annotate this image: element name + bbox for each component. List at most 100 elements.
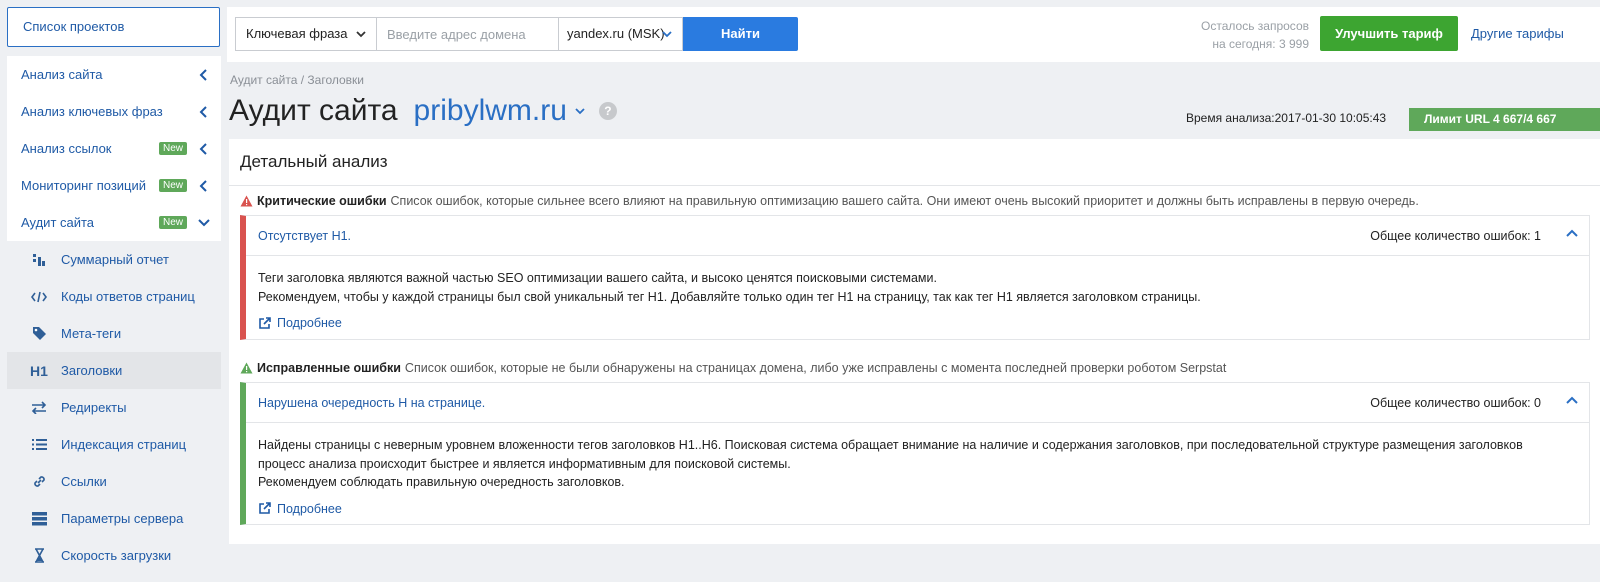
code-icon: [25, 291, 53, 303]
chevron-up-icon[interactable]: [1565, 227, 1579, 244]
chevron-left-icon: [197, 68, 211, 82]
section-title: Критические ошибки: [257, 194, 387, 208]
other-plans-link[interactable]: Другие тарифы: [1471, 26, 1564, 41]
more-link[interactable]: Подробнее: [258, 500, 1577, 519]
more-link-text: Подробнее: [277, 501, 342, 516]
error-title[interactable]: Нарушена очередность H на странице.: [258, 396, 485, 410]
more-link[interactable]: Подробнее: [258, 314, 1577, 333]
error-title[interactable]: Отсутствует H1.: [258, 229, 351, 243]
projects-list-button[interactable]: Список проектов: [7, 7, 220, 47]
sidebar-item-headings[interactable]: H1 Заголовки: [7, 352, 221, 389]
upgrade-plan-button[interactable]: Улучшить тариф: [1320, 16, 1458, 51]
sidebar-item-label: Редиректы: [61, 400, 127, 415]
list-icon: [25, 438, 53, 451]
chevron-up-icon[interactable]: [1565, 394, 1579, 411]
sidebar-item-links-audit[interactable]: Ссылки: [7, 463, 221, 500]
chevron-left-icon: [197, 142, 211, 156]
error-text: Теги заголовка являются важной частью SE…: [258, 271, 937, 285]
new-badge: New: [158, 179, 187, 192]
divider: [229, 185, 1600, 186]
sidebar-item-label: Ссылки: [61, 474, 107, 489]
sidebar-item-server-params[interactable]: Параметры сервера: [7, 500, 221, 537]
sidebar-item-monitoring[interactable]: Мониторинг позиций New: [7, 167, 221, 204]
error-text: Рекомендуем, чтобы у каждой страницы был…: [258, 289, 1201, 304]
error-count: Общее количество ошибок: 0: [1370, 396, 1541, 410]
sidebar: Список проектов Анализ сайта Анализ ключ…: [0, 0, 221, 582]
h1-icon: H1: [30, 362, 48, 379]
new-badge: New: [158, 216, 187, 229]
sidebar-item-label: Мета-теги: [61, 326, 122, 341]
sidebar-item-label: Заголовки: [61, 363, 123, 378]
more-link-text: Подробнее: [277, 316, 342, 330]
top-search-bar: Ключевая фраза yandex.ru (MSK) Найти Ост…: [227, 7, 1600, 62]
help-icon[interactable]: ?: [598, 102, 617, 120]
sidebar-item-label: Анализ сайта: [21, 67, 103, 82]
sidebar-item-redirects[interactable]: Редиректы: [7, 389, 221, 426]
sidebar-item-response-codes[interactable]: Коды ответов страниц: [7, 278, 221, 315]
chevron-down-icon[interactable]: [573, 104, 587, 118]
error-card-heading-order: Нарушена очередность H на странице. Обще…: [240, 382, 1590, 525]
domain-selector[interactable]: pribylwm.ru: [414, 94, 567, 128]
quota-line-2: на сегодня: 3 999: [1212, 37, 1309, 51]
section-description: Список ошибок, которые не были обнаружен…: [404, 361, 1227, 375]
chevron-down-icon: [354, 27, 368, 41]
region-select[interactable]: yandex.ru (MSK): [559, 17, 683, 51]
warning-icon: [240, 362, 253, 374]
server-icon: [25, 511, 53, 526]
fixed-errors-heading: Исправленные ошибки Список ошибок, котор…: [240, 361, 1226, 375]
error-card-missing-h1: Отсутствует H1. Общее количество ошибок:…: [240, 215, 1590, 340]
card-body: Теги заголовка являются важной частью SE…: [246, 256, 1589, 339]
sidebar-menu: Анализ сайта Анализ ключевых фраз Анализ…: [7, 56, 221, 574]
chevron-left-icon: [197, 179, 211, 193]
card-body: Найдены страницы с неверным уровнем влож…: [246, 423, 1589, 524]
region-value: yandex.ru (MSK): [567, 26, 665, 41]
section-description: Список ошибок, которые сильнее всего вли…: [390, 194, 1419, 208]
chart-icon: [25, 253, 53, 267]
external-link-icon: [258, 502, 271, 515]
breadcrumb: Аудит сайта / Заголовки: [230, 73, 365, 87]
error-text: Найдены страницы с неверным уровнем влож…: [258, 438, 1523, 452]
sidebar-item-label: Анализ ключевых фраз: [21, 104, 163, 119]
search-type-value: Ключевая фраза: [246, 26, 348, 41]
sidebar-item-label: Индексация страниц: [61, 437, 187, 452]
card-header[interactable]: Нарушена очередность H на странице. Обще…: [246, 383, 1589, 423]
sidebar-item-label: Параметры сервера: [61, 511, 184, 526]
sidebar-item-site-analysis[interactable]: Анализ сайта: [7, 56, 221, 93]
page-title: Аудит сайта pribylwm.ru ?: [229, 94, 617, 128]
critical-errors-heading: Критические ошибки Список ошибок, которы…: [240, 194, 1419, 208]
external-link-icon: [258, 316, 271, 330]
error-text: Рекомендуем соблюдать правильную очередн…: [258, 475, 625, 489]
warning-icon: [240, 195, 253, 207]
link-icon: [25, 474, 53, 489]
domain-input[interactable]: [377, 17, 559, 51]
audit-submenu: Суммарный отчет Коды ответов страниц Мет…: [7, 241, 221, 574]
redirect-arrows-icon: [25, 401, 53, 414]
chevron-down-icon: [197, 216, 211, 230]
error-count: Общее количество ошибок: 1: [1370, 229, 1541, 243]
search-type-select[interactable]: Ключевая фраза: [235, 17, 377, 51]
sidebar-item-links[interactable]: Анализ ссылок New: [7, 130, 221, 167]
sidebar-item-label: Анализ ссылок: [21, 141, 112, 156]
sidebar-item-keywords[interactable]: Анализ ключевых фраз: [7, 93, 221, 130]
sidebar-item-site-audit[interactable]: Аудит сайта New: [7, 204, 221, 241]
chevron-down-icon: [660, 27, 674, 41]
sidebar-item-meta-tags[interactable]: Мета-теги: [7, 315, 221, 352]
page-title-text: Аудит сайта: [229, 94, 398, 127]
hourglass-icon: [25, 548, 53, 563]
sidebar-item-load-speed[interactable]: Скорость загрузки: [7, 537, 221, 574]
sidebar-item-indexing[interactable]: Индексация страниц: [7, 426, 221, 463]
requests-remaining: Осталось запросов на сегодня: 3 999: [1157, 17, 1309, 53]
sidebar-item-label: Суммарный отчет: [61, 252, 169, 267]
sidebar-item-summary-report[interactable]: Суммарный отчет: [7, 241, 221, 278]
panel-title: Детальный анализ: [240, 152, 388, 171]
card-header[interactable]: Отсутствует H1. Общее количество ошибок:…: [246, 216, 1589, 256]
search-button[interactable]: Найти: [683, 17, 798, 51]
sidebar-item-label: Коды ответов страниц: [61, 289, 195, 304]
new-badge: New: [158, 142, 187, 155]
section-title: Исправленные ошибки: [257, 361, 401, 375]
analysis-time: Время анализа:2017-01-30 10:05:43: [1186, 111, 1387, 125]
url-limit-badge: Лимит URL 4 667/4 667: [1409, 108, 1600, 131]
detailed-analysis-panel: Детальный анализ Критические ошибки Спис…: [229, 139, 1600, 544]
sidebar-item-label: Мониторинг позиций: [21, 178, 147, 193]
sidebar-item-label: Аудит сайта: [21, 215, 95, 230]
